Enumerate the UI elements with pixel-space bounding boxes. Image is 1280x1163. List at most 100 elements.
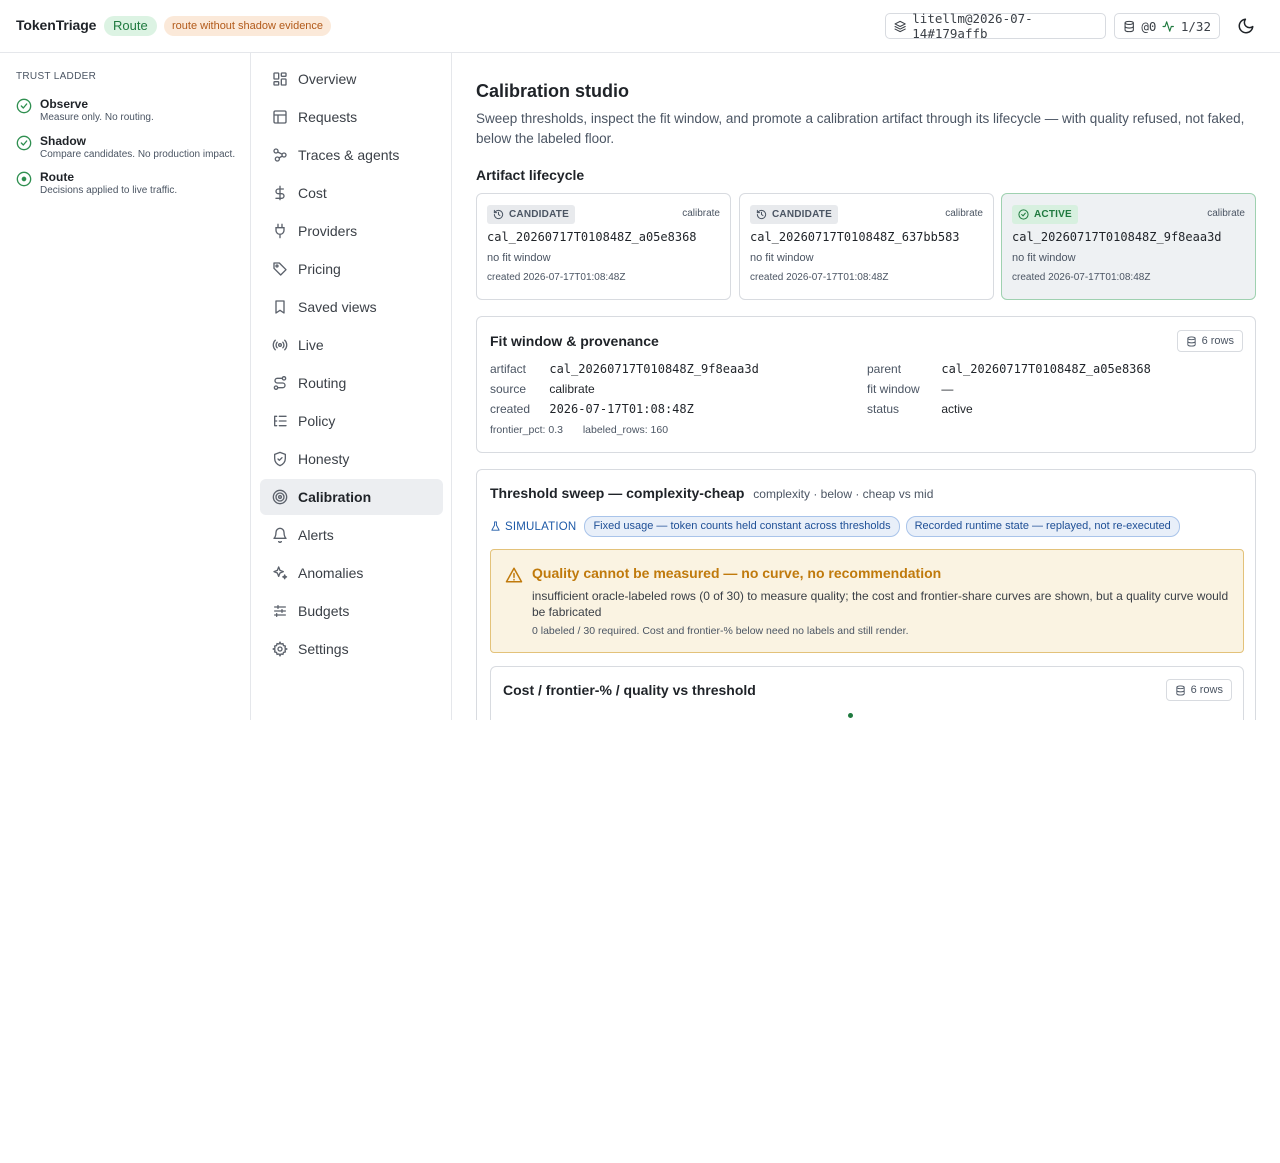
route-icon (273, 376, 287, 390)
db-label: @0 (1141, 18, 1157, 34)
target-icon (272, 489, 288, 505)
artifact-source: calibrate (945, 208, 983, 219)
nav-item-live[interactable]: Live (260, 327, 443, 363)
chart-rows-count: 6 rows (1190, 684, 1223, 696)
nav-label: Honesty (298, 451, 350, 467)
tag-icon (273, 262, 287, 276)
nav-item-calibration[interactable]: Calibration (260, 479, 443, 515)
sweep-subtitle: complexity · below · cheap vs mid (753, 487, 934, 501)
rung-name: Shadow (40, 134, 87, 148)
ladder-rung-route: Route Decisions applied to live traffic. (16, 170, 177, 196)
artifact-id: cal_20260717T010848Z_9f8eaa3d (1012, 230, 1222, 244)
nav-item-providers[interactable]: Providers (260, 213, 443, 249)
artifact-fit: no fit window (487, 252, 551, 264)
artifact-card[interactable]: CANDIDATE calibrate cal_20260717T010848Z… (476, 193, 731, 300)
dollar-icon (275, 185, 285, 201)
status-chip[interactable]: @0 1/32 (1114, 13, 1220, 39)
nav-label: Traces & agents (298, 147, 400, 163)
kv-parent: parent cal_20260717T010848Z_a05e8368 (867, 362, 1151, 376)
assumption-chip-fixed-usage: Fixed usage — token counts held constant… (584, 516, 900, 537)
check-circle-icon (1018, 209, 1029, 220)
rung-name: Observe (40, 97, 89, 111)
rung-name: Route (40, 170, 74, 184)
artifact-created: created 2026-07-17T01:08:48Z (487, 272, 626, 283)
kv-value: cal_20260717T010848Z_a05e8368 (941, 362, 1151, 376)
threshold-chart-card: Cost / frontier-% / quality vs threshold… (490, 666, 1244, 720)
nav-label: Routing (298, 375, 347, 391)
nav-label: Settings (298, 641, 349, 657)
nav-item-anomalies[interactable]: Anomalies (260, 555, 443, 591)
trust-ladder: TRUST LADDER Observe Measure only. No ro… (0, 53, 251, 720)
nav-item-honesty[interactable]: Honesty (260, 441, 443, 477)
nav-item-saved-views[interactable]: Saved views (260, 289, 443, 325)
kv-artifact: artifact cal_20260717T010848Z_9f8eaa3d (490, 362, 759, 376)
ladder-rung-shadow: Shadow Compare candidates. No production… (16, 134, 235, 160)
nav-item-requests[interactable]: Requests (260, 99, 443, 135)
table-icon (273, 110, 287, 124)
nav-item-pricing[interactable]: Pricing (260, 251, 443, 287)
kv-key: status (867, 402, 900, 416)
chart-title: Cost / frontier-% / quality vs threshold (503, 682, 756, 698)
nav-item-routing[interactable]: Routing (260, 365, 443, 401)
nav-label: Cost (298, 185, 327, 201)
simulation-row: SIMULATION Fixed usage — token counts he… (490, 516, 1180, 537)
nav-item-cost[interactable]: Cost (260, 175, 443, 211)
alert-triangle-icon (505, 567, 523, 583)
artifact-id: cal_20260717T010848Z_a05e8368 (487, 230, 697, 244)
lifecycle-heading: Artifact lifecycle (476, 167, 585, 183)
mode-badge: Route (104, 16, 157, 36)
gear-icon (272, 641, 288, 657)
nav-label: Budgets (298, 603, 350, 619)
artifact-card-active[interactable]: ACTIVE calibrate cal_20260717T010848Z_9f… (1001, 193, 1256, 300)
check-circle-icon (16, 135, 32, 151)
shield-check-icon (274, 451, 286, 467)
nav-item-traces[interactable]: Traces & agents (260, 137, 443, 173)
artifact-created: created 2026-07-17T01:08:48Z (1012, 272, 1151, 283)
check-circle-icon (16, 98, 32, 114)
fit-window-card: Fit window & provenance 6 rows artifact … (476, 316, 1256, 453)
kv-value: calibrate (549, 382, 595, 396)
workflow-icon (273, 148, 287, 162)
nav-label: Providers (298, 223, 358, 239)
state-badge: CANDIDATE (750, 205, 838, 224)
sweep-title: Threshold sweep — complexity-cheap compl… (490, 485, 933, 501)
nav-item-budgets[interactable]: Budgets (260, 593, 443, 629)
brand-name[interactable]: TokenTriage (16, 17, 96, 33)
kv-key: artifact (490, 362, 527, 376)
kv-value: cal_20260717T010848Z_9f8eaa3d (549, 362, 759, 376)
artifact-fit: no fit window (1012, 252, 1076, 264)
labeled-value: 160 (650, 424, 669, 436)
assumption-chip-recorded-state: Recorded runtime state — replayed, not r… (905, 516, 1180, 537)
state-label: CANDIDATE (509, 209, 569, 220)
nav-label: Anomalies (298, 565, 364, 581)
nav-item-overview[interactable]: Overview (260, 61, 443, 97)
chart-rows-chip[interactable]: 6 rows (1165, 679, 1232, 701)
artifact-card[interactable]: CANDIDATE calibrate cal_20260717T010848Z… (739, 193, 994, 300)
connection-label: litellm@2026-07-14#179affb (912, 11, 1033, 41)
kv-value: 2026-07-17T01:08:48Z (549, 402, 694, 416)
rung-desc: Compare candidates. No production impact… (40, 149, 236, 160)
connection-chip[interactable]: litellm@2026-07-14#179affb (885, 11, 1106, 41)
nav-item-policy[interactable]: Policy (260, 403, 443, 439)
main-content: Calibration studio Sweep thresholds, ins… (476, 53, 1256, 720)
database-icon (1124, 20, 1134, 32)
sweep-title-text: Threshold sweep — complexity-cheap (490, 485, 745, 501)
fit-meta: frontier_pct: 0.3 labeled_rows: 160 (490, 424, 668, 436)
activity-count: 1/32 (1180, 18, 1211, 34)
nav-item-alerts[interactable]: Alerts (260, 517, 443, 553)
nav-item-settings[interactable]: Settings (260, 631, 443, 667)
sidebar-nav: Overview Requests Traces & agents Cost P… (252, 53, 452, 720)
rung-desc: Decisions applied to live traffic. (40, 185, 178, 196)
warning-body: insufficient oracle-labeled rows (0 of 3… (532, 589, 1229, 619)
frontier-label: frontier_pct: (490, 424, 546, 436)
moon-icon[interactable] (1237, 17, 1255, 35)
quality-warning: Quality cannot be measured — no curve, n… (490, 549, 1244, 653)
activity-icon (1162, 20, 1175, 32)
kv-fit-window: fit window — (867, 382, 953, 396)
artifact-fit: no fit window (750, 252, 814, 264)
state-label: ACTIVE (1034, 209, 1072, 220)
nav-label: Saved views (298, 299, 377, 315)
history-icon (756, 209, 767, 220)
rows-chip[interactable]: 6 rows (1176, 330, 1243, 352)
nav-label: Calibration (298, 489, 372, 505)
